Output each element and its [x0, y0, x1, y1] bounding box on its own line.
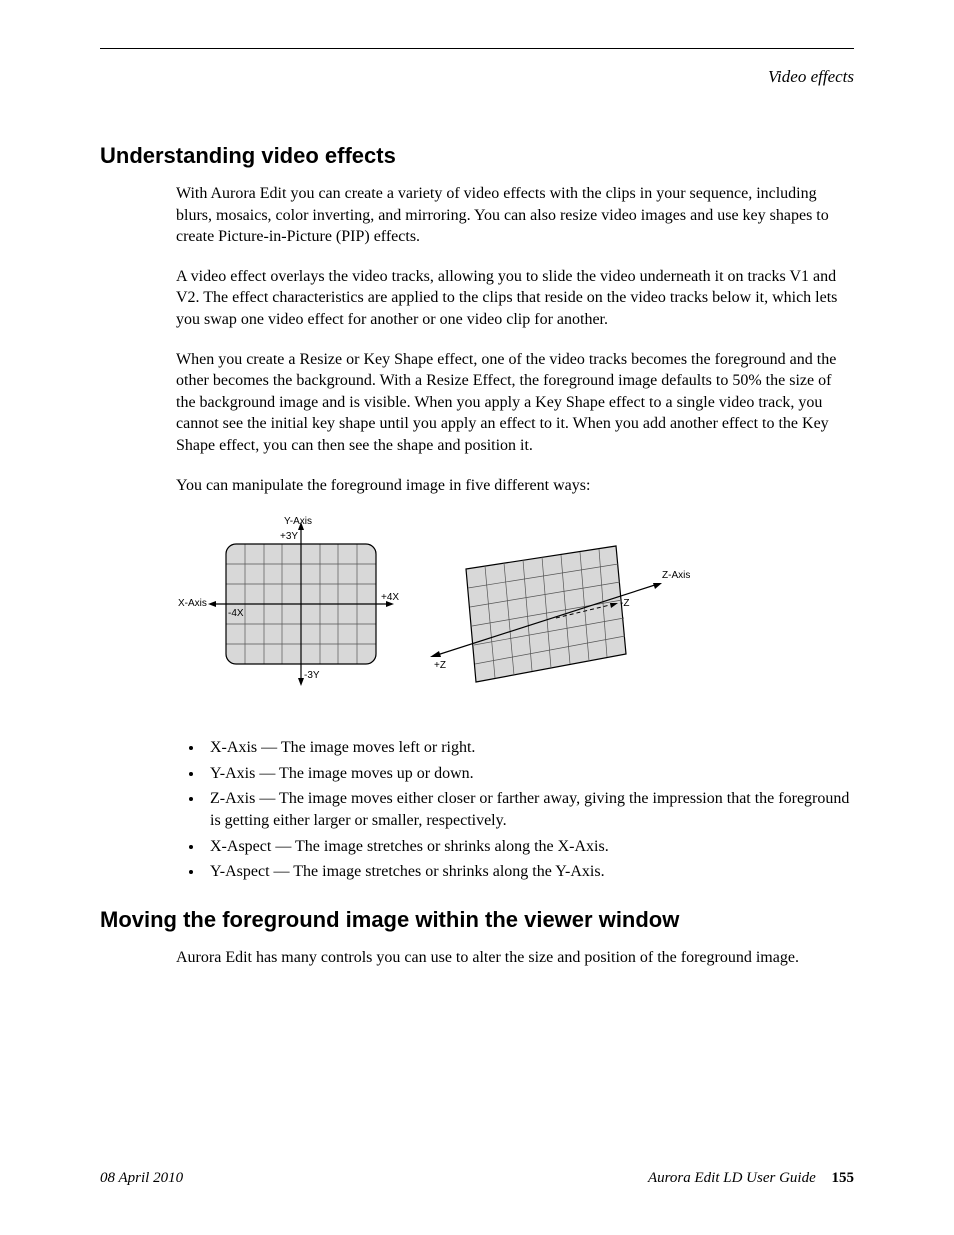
- label-z-axis: Z-Axis: [662, 570, 690, 581]
- list-item: Z-Axis — The image moves either closer o…: [204, 788, 854, 831]
- axis-diagram: Y-Axis +3Y -3Y X-Axis +4X -4X: [176, 514, 854, 709]
- footer-book-title: Aurora Edit LD User Guide: [648, 1170, 816, 1186]
- para-3: When you create a Resize or Key Shape ef…: [176, 349, 854, 457]
- heading-understanding-video-effects: Understanding video effects: [100, 143, 854, 169]
- label-plus-4x: +4X: [381, 592, 399, 603]
- footer-page-number: 155: [832, 1170, 855, 1186]
- label-plus-z: +Z: [434, 660, 446, 671]
- para-4: You can manipulate the foreground image …: [176, 475, 854, 497]
- list-item: Y-Axis — The image moves up or down.: [204, 763, 854, 785]
- bullet-list: X-Axis — The image moves left or right. …: [176, 737, 854, 883]
- running-header: Video effects: [100, 67, 854, 87]
- footer-date: 08 April 2010: [100, 1170, 183, 1187]
- label-x-axis: X-Axis: [178, 598, 207, 609]
- page-footer: 08 April 2010 Aurora Edit LD User Guide …: [100, 1170, 854, 1187]
- label-minus-4x: -4X: [228, 608, 244, 619]
- para-1: With Aurora Edit you can create a variet…: [176, 183, 854, 248]
- list-item: Y-Aspect — The image stretches or shrink…: [204, 861, 854, 883]
- para-2: A video effect overlays the video tracks…: [176, 266, 854, 331]
- heading-moving-foreground-image: Moving the foreground image within the v…: [100, 907, 854, 933]
- top-rule: [100, 48, 854, 49]
- list-item: X-Aspect — The image stretches or shrink…: [204, 836, 854, 858]
- label-minus-3y: -3Y: [304, 670, 320, 681]
- list-item: X-Axis — The image moves left or right.: [204, 737, 854, 759]
- label-plus-3y: +3Y: [280, 531, 298, 542]
- label-y-axis: Y-Axis: [284, 516, 312, 527]
- label-minus-z: -Z: [620, 598, 629, 609]
- para-s2-1: Aurora Edit has many controls you can us…: [176, 947, 854, 969]
